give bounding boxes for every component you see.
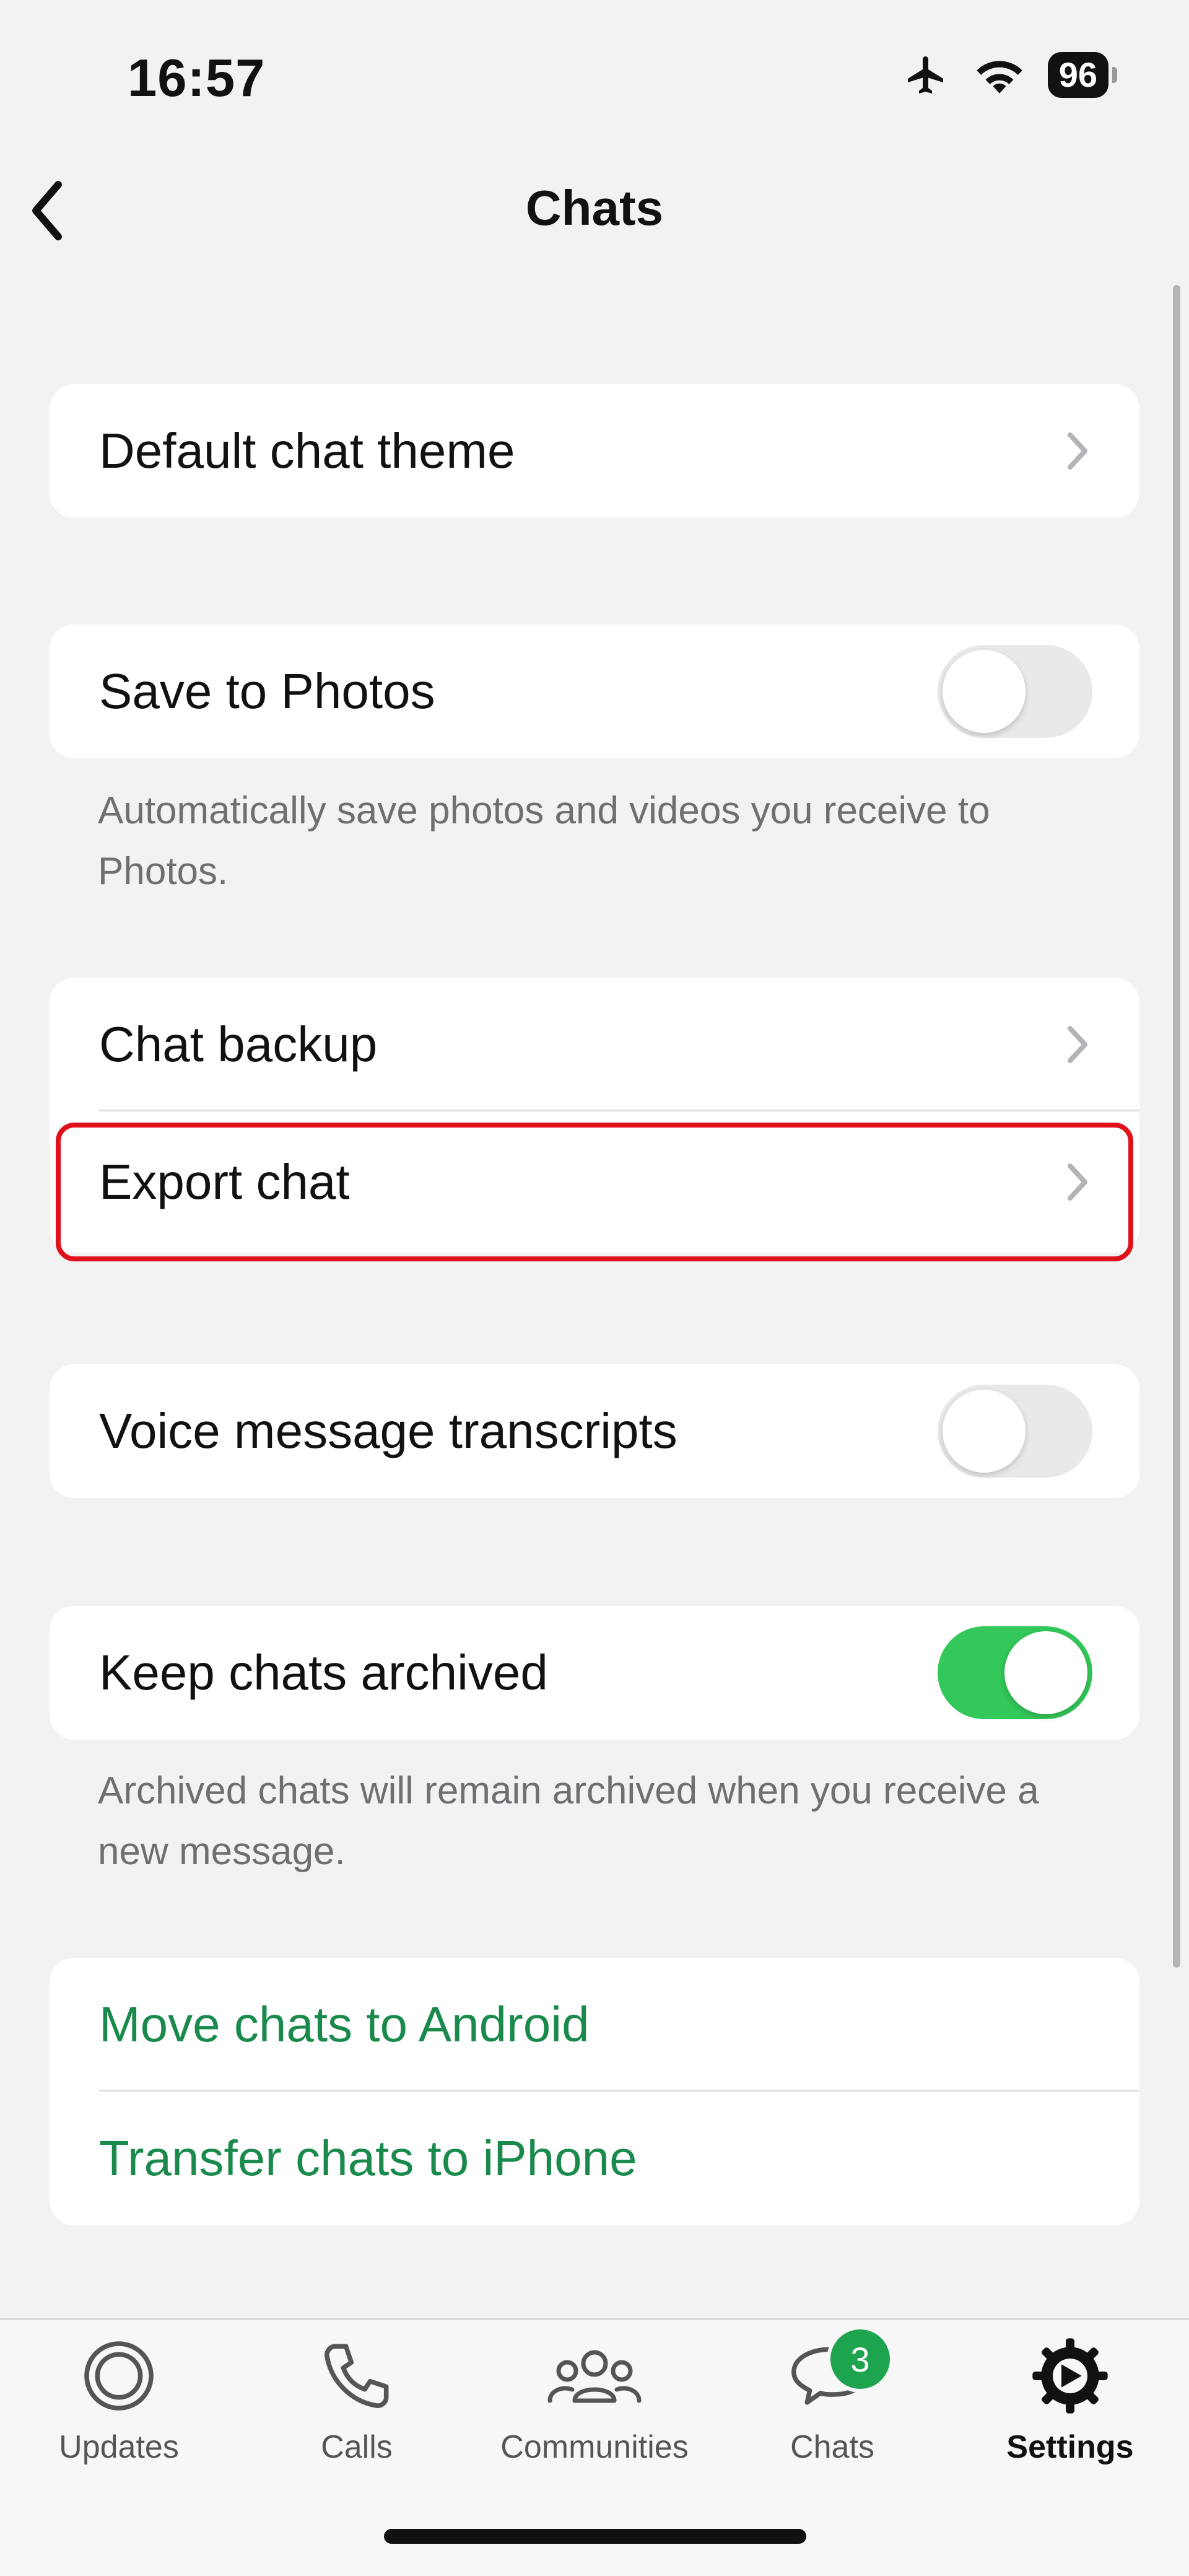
transfer-chats-iphone-row[interactable]: Transfer chats to iPhone: [50, 2092, 1139, 2225]
keep-archived-row: Keep chats archived: [50, 1606, 1139, 1740]
updates-icon: [66, 2329, 172, 2422]
voice-transcripts-row: Voice message transcripts: [50, 1364, 1139, 1498]
tab-settings[interactable]: Settings: [951, 2329, 1189, 2466]
tab-calls[interactable]: Calls: [238, 2329, 476, 2466]
tab-updates[interactable]: Updates: [0, 2329, 238, 2466]
save-to-photos-toggle[interactable]: [938, 645, 1092, 738]
tab-communities[interactable]: Communities: [476, 2329, 713, 2466]
save-to-photos-label: Save to Photos: [99, 664, 435, 719]
chevron-right-icon: [1068, 432, 1087, 470]
transfer-chats-iphone-label: Transfer chats to iPhone: [99, 2131, 637, 2186]
tab-chats-label: Chats: [790, 2429, 874, 2465]
scrollbar[interactable]: [1173, 285, 1180, 1968]
home-indicator[interactable]: [384, 2529, 806, 2544]
chats-unread-badge: 3: [827, 2326, 894, 2393]
keep-archived-footnote: Archived chats will remain archived when…: [98, 1769, 1039, 1873]
battery-indicator: 96: [1047, 52, 1118, 98]
save-to-photos-row: Save to Photos: [50, 624, 1139, 758]
page-title: Chats: [525, 180, 664, 235]
voice-transcripts-toggle[interactable]: [938, 1385, 1092, 1478]
export-chat-highlight: [56, 1123, 1133, 1261]
default-chat-theme-row[interactable]: Default chat theme: [50, 384, 1139, 518]
phone-icon: [304, 2329, 409, 2422]
tab-communities-label: Communities: [500, 2429, 689, 2465]
gear-icon: [1017, 2329, 1123, 2422]
default-chat-theme-label: Default chat theme: [99, 423, 515, 478]
save-to-photos-card: Save to Photos: [50, 624, 1139, 758]
keep-archived-label: Keep chats archived: [99, 1645, 548, 1700]
status-icons: 96: [902, 52, 1118, 98]
chat-backup-row[interactable]: Chat backup: [50, 978, 1139, 1111]
toggle-knob: [1004, 1631, 1087, 1714]
voice-transcripts-label: Voice message transcripts: [99, 1403, 677, 1458]
toggle-knob: [943, 650, 1026, 733]
move-chats-android-row[interactable]: Move chats to Android: [50, 1958, 1139, 2092]
default-theme-card: Default chat theme: [50, 384, 1139, 518]
chats-icon: 3: [780, 2326, 894, 2422]
communities-icon: [542, 2329, 647, 2422]
chevron-right-icon: [1068, 1026, 1087, 1063]
keep-archived-card: Keep chats archived: [50, 1606, 1139, 1740]
toggle-knob: [943, 1390, 1026, 1473]
move-chats-android-label: Move chats to Android: [99, 1997, 590, 2052]
airplane-mode-icon: [907, 56, 943, 94]
tab-updates-label: Updates: [59, 2429, 179, 2465]
voice-transcripts-card: Voice message transcripts: [50, 1364, 1139, 1498]
wifi-icon: [976, 61, 1022, 94]
chat-backup-label: Chat backup: [99, 1017, 378, 1072]
save-to-photos-footnote: Automatically save photos and videos you…: [98, 789, 990, 893]
transfer-card: Move chats to Android Transfer chats to …: [50, 1958, 1139, 2225]
tab-settings-label: Settings: [1006, 2429, 1134, 2465]
keep-archived-toggle[interactable]: [938, 1626, 1092, 1719]
tab-chats[interactable]: 3 Chats: [713, 2326, 951, 2466]
tab-calls-label: Calls: [321, 2429, 393, 2465]
status-time: 16:57: [128, 49, 266, 108]
